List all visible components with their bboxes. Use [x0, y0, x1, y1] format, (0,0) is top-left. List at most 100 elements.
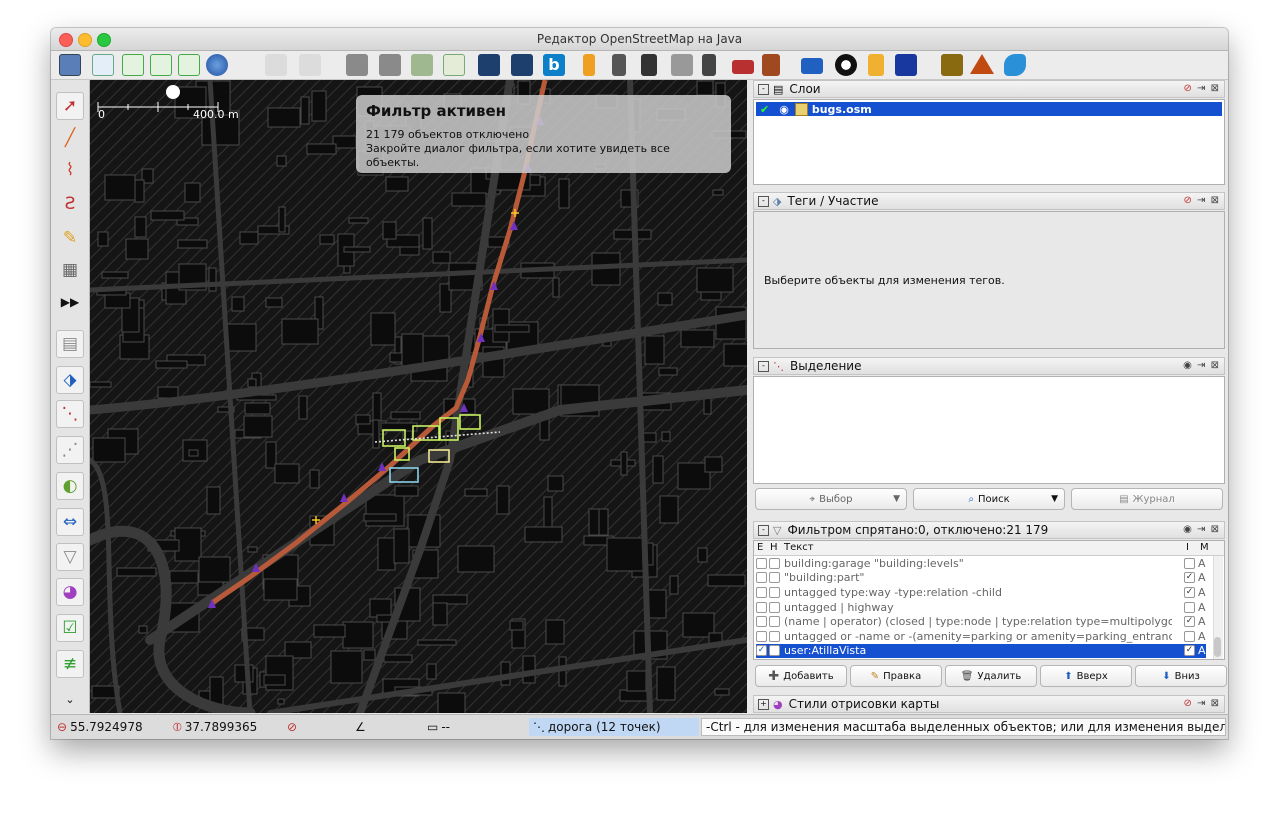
- imagery-1-icon[interactable]: [346, 54, 368, 76]
- filter-enabled-checkbox[interactable]: [756, 616, 767, 628]
- select-button[interactable]: ⌖ Выбор ▼: [755, 488, 907, 510]
- move-up-filter-button[interactable]: ⬆ Вверх: [1040, 665, 1132, 687]
- filter-row[interactable]: building:garage "building:levels": [756, 556, 1172, 571]
- traffic-light-icon[interactable]: [702, 54, 716, 76]
- highway-marking-4-icon[interactable]: [671, 54, 693, 76]
- collapse-toggle-icon[interactable]: -: [758, 195, 769, 207]
- filter-inverted-checkbox[interactable]: [1184, 557, 1195, 569]
- col-i-header[interactable]: I: [1186, 542, 1189, 553]
- col-e-header[interactable]: E: [757, 542, 763, 553]
- filter-inverted-checkbox[interactable]: [1184, 601, 1195, 613]
- filter-hide-checkbox[interactable]: [769, 557, 780, 569]
- imagery-2-icon[interactable]: [379, 54, 401, 76]
- industrial-icon[interactable]: [941, 54, 963, 76]
- scroll-down-icon[interactable]: ⌄: [56, 685, 84, 713]
- layers-dialog-icon[interactable]: ▤: [56, 330, 84, 358]
- info-icon[interactable]: [895, 54, 917, 76]
- filter-inverted-checkbox[interactable]: ✓: [1184, 586, 1195, 598]
- col-m-header[interactable]: M: [1200, 542, 1209, 553]
- zoom-icon[interactable]: [443, 54, 465, 76]
- filter-hide-checkbox[interactable]: [769, 586, 780, 598]
- move-down-filter-button[interactable]: ⬇ Вниз: [1135, 665, 1227, 687]
- filter-mode[interactable]: A: [1198, 571, 1206, 584]
- layers-panel-header[interactable]: - ▤ Слои ⊘ ⇥ ⊠: [753, 80, 1225, 98]
- beer-icon[interactable]: [868, 54, 884, 76]
- open-file-icon[interactable]: [59, 54, 81, 76]
- filter-mode[interactable]: A: [1198, 586, 1206, 599]
- history-dialog-icon[interactable]: ⇔: [56, 508, 84, 536]
- validator-dialog-icon[interactable]: ☑: [56, 614, 84, 642]
- filter-inverted-checkbox[interactable]: ✓: [1184, 616, 1195, 628]
- filter-hide-checkbox[interactable]: [769, 616, 780, 628]
- filter-row[interactable]: (name | operator) (closed | type:node | …: [756, 614, 1172, 629]
- history-button[interactable]: ▤ Журнал: [1071, 488, 1223, 510]
- parallel-tool-icon[interactable]: Ƨ: [56, 190, 84, 218]
- panel-window-buttons-icon[interactable]: ⊘ ⇥ ⊠: [1183, 83, 1220, 94]
- col-h-header[interactable]: H: [770, 542, 778, 553]
- filter-enabled-checkbox[interactable]: [756, 572, 767, 584]
- chevron-down-icon[interactable]: ▼: [893, 494, 900, 504]
- filter-hide-checkbox[interactable]: [769, 645, 780, 657]
- select-tool-icon[interactable]: ➚: [56, 92, 84, 120]
- pencil-tool-icon[interactable]: ✎: [56, 224, 84, 252]
- search-button[interactable]: ⌕ Поиск ▼: [913, 488, 1065, 510]
- download-icon[interactable]: [122, 54, 144, 76]
- filter-dialog-icon[interactable]: ▽: [56, 543, 84, 571]
- layer-visible-check-icon[interactable]: ✔: [760, 103, 769, 116]
- filter-panel-header[interactable]: - ▽ Фильтром спрятано:0, отключено:21 17…: [753, 521, 1225, 539]
- filter-mode[interactable]: A: [1198, 615, 1206, 628]
- upload-icon[interactable]: [178, 54, 200, 76]
- map-paint-dialog-icon[interactable]: ◕: [56, 578, 84, 606]
- download-data-icon[interactable]: [150, 54, 172, 76]
- map-canvas[interactable]: [90, 80, 747, 713]
- filter-row[interactable]: ✓ user:AtillaVista: [756, 643, 1184, 659]
- highway-marking-1-icon[interactable]: [583, 54, 595, 76]
- undo-icon[interactable]: [265, 54, 287, 76]
- globe-icon[interactable]: [206, 54, 228, 76]
- panel-window-buttons-icon[interactable]: ◉ ⇥ ⊠: [1183, 524, 1220, 535]
- selection-list[interactable]: [753, 376, 1225, 484]
- col-text-header[interactable]: Текст: [784, 542, 814, 553]
- add-filter-button[interactable]: ✚ Добавить: [755, 665, 847, 687]
- filter-hide-checkbox[interactable]: [769, 572, 780, 584]
- panel-window-buttons-icon[interactable]: ⊘ ⇥ ⊠: [1183, 698, 1220, 709]
- edit-filter-button[interactable]: ✎ Правка: [850, 665, 942, 687]
- tags-panel-header[interactable]: - ⬗ Теги / Участие ⊘ ⇥ ⊠: [753, 192, 1225, 210]
- filter-mode[interactable]: A: [1198, 601, 1206, 614]
- filter-scrollbar-thumb[interactable]: [1214, 637, 1221, 657]
- filter-hide-checkbox[interactable]: [769, 601, 780, 613]
- filter-enabled-checkbox[interactable]: [756, 586, 767, 598]
- bing-icon[interactable]: b: [543, 54, 565, 76]
- filter-row[interactable]: untagged or -name or -(amenity=parking o…: [756, 629, 1172, 644]
- water-icon[interactable]: [1004, 54, 1026, 76]
- more-tools-icon[interactable]: ▶▶: [56, 288, 84, 316]
- filter-row[interactable]: untagged | highway: [756, 600, 1172, 615]
- filter-enabled-checkbox[interactable]: [756, 630, 767, 642]
- collapse-toggle-icon[interactable]: -: [758, 360, 769, 372]
- collapse-toggle-icon[interactable]: -: [758, 83, 769, 95]
- railway-icon[interactable]: [762, 54, 780, 76]
- relation-dialog-icon[interactable]: ⋰: [56, 436, 84, 464]
- panel-window-buttons-icon[interactable]: ⊘ ⇥ ⊠: [1183, 195, 1220, 206]
- wms-tms-icon[interactable]: [411, 54, 433, 76]
- highway-marking-2-icon[interactable]: [612, 54, 626, 76]
- tags-dialog-icon[interactable]: ⬗: [56, 366, 84, 394]
- filter-enabled-checkbox[interactable]: ✓: [756, 645, 767, 657]
- filter-inverted-checkbox[interactable]: [1184, 630, 1195, 642]
- filter-enabled-checkbox[interactable]: [756, 601, 767, 613]
- mountain-peak-icon[interactable]: [970, 54, 994, 74]
- extrude-tool-icon[interactable]: ▦: [56, 256, 84, 284]
- bed-icon[interactable]: [801, 58, 823, 74]
- expand-toggle-icon[interactable]: +: [758, 698, 769, 710]
- filter-mode[interactable]: A: [1198, 557, 1206, 570]
- improve-way-tool-icon[interactable]: ⌇: [56, 156, 84, 184]
- collapse-toggle-icon[interactable]: -: [758, 524, 769, 536]
- open-location-icon[interactable]: [92, 54, 114, 76]
- draw-tool-icon[interactable]: ╱: [56, 124, 84, 152]
- panel-window-buttons-icon[interactable]: ◉ ⇥ ⊠: [1183, 360, 1220, 371]
- imagery-arrow-1-icon[interactable]: [478, 54, 500, 76]
- filter-inverted-checkbox[interactable]: ✓: [1184, 572, 1195, 584]
- football-icon[interactable]: [835, 54, 857, 76]
- filter-mode[interactable]: A: [1198, 630, 1206, 643]
- map-view[interactable]: 0 400.0 m Фильтр активен 21 179 объектов…: [90, 80, 747, 713]
